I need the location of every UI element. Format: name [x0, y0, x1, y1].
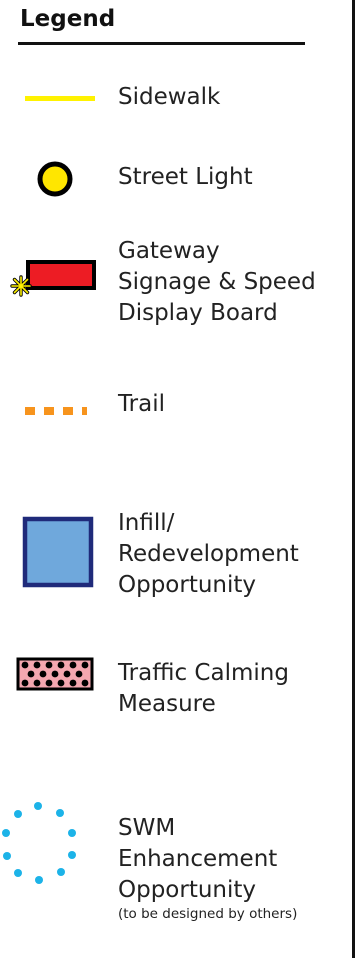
- legend-title-underline: [18, 42, 305, 45]
- legend-title: Legend: [20, 6, 116, 32]
- legend-label-trail: Trail: [118, 391, 165, 417]
- legend-label-street-light: Street Light: [118, 164, 253, 190]
- legend-label-infill: Infill/ Redevelopment Opportunity: [118, 510, 299, 598]
- swm-enhancement-symbol: [2, 802, 76, 884]
- trail-symbol: [25, 407, 87, 415]
- street-light-symbol: [37, 161, 73, 197]
- legend-note-swm: (to be designed by others): [118, 906, 298, 922]
- infill-redevelopment-symbol: [22, 516, 94, 588]
- gateway-signage-symbol: [10, 260, 96, 297]
- legend-label-traffic-calming: Traffic Calming Measure: [118, 660, 289, 717]
- legend-label-gateway: Gateway Signage & Speed Display Board: [118, 238, 316, 326]
- legend-label-swm: SWM Enhancement Opportunity (to be desig…: [118, 815, 298, 922]
- legend-label-sidewalk: Sidewalk: [118, 84, 221, 110]
- legend-right-border: [352, 0, 355, 958]
- sidewalk-symbol: [25, 96, 95, 101]
- traffic-calming-symbol: [16, 657, 94, 691]
